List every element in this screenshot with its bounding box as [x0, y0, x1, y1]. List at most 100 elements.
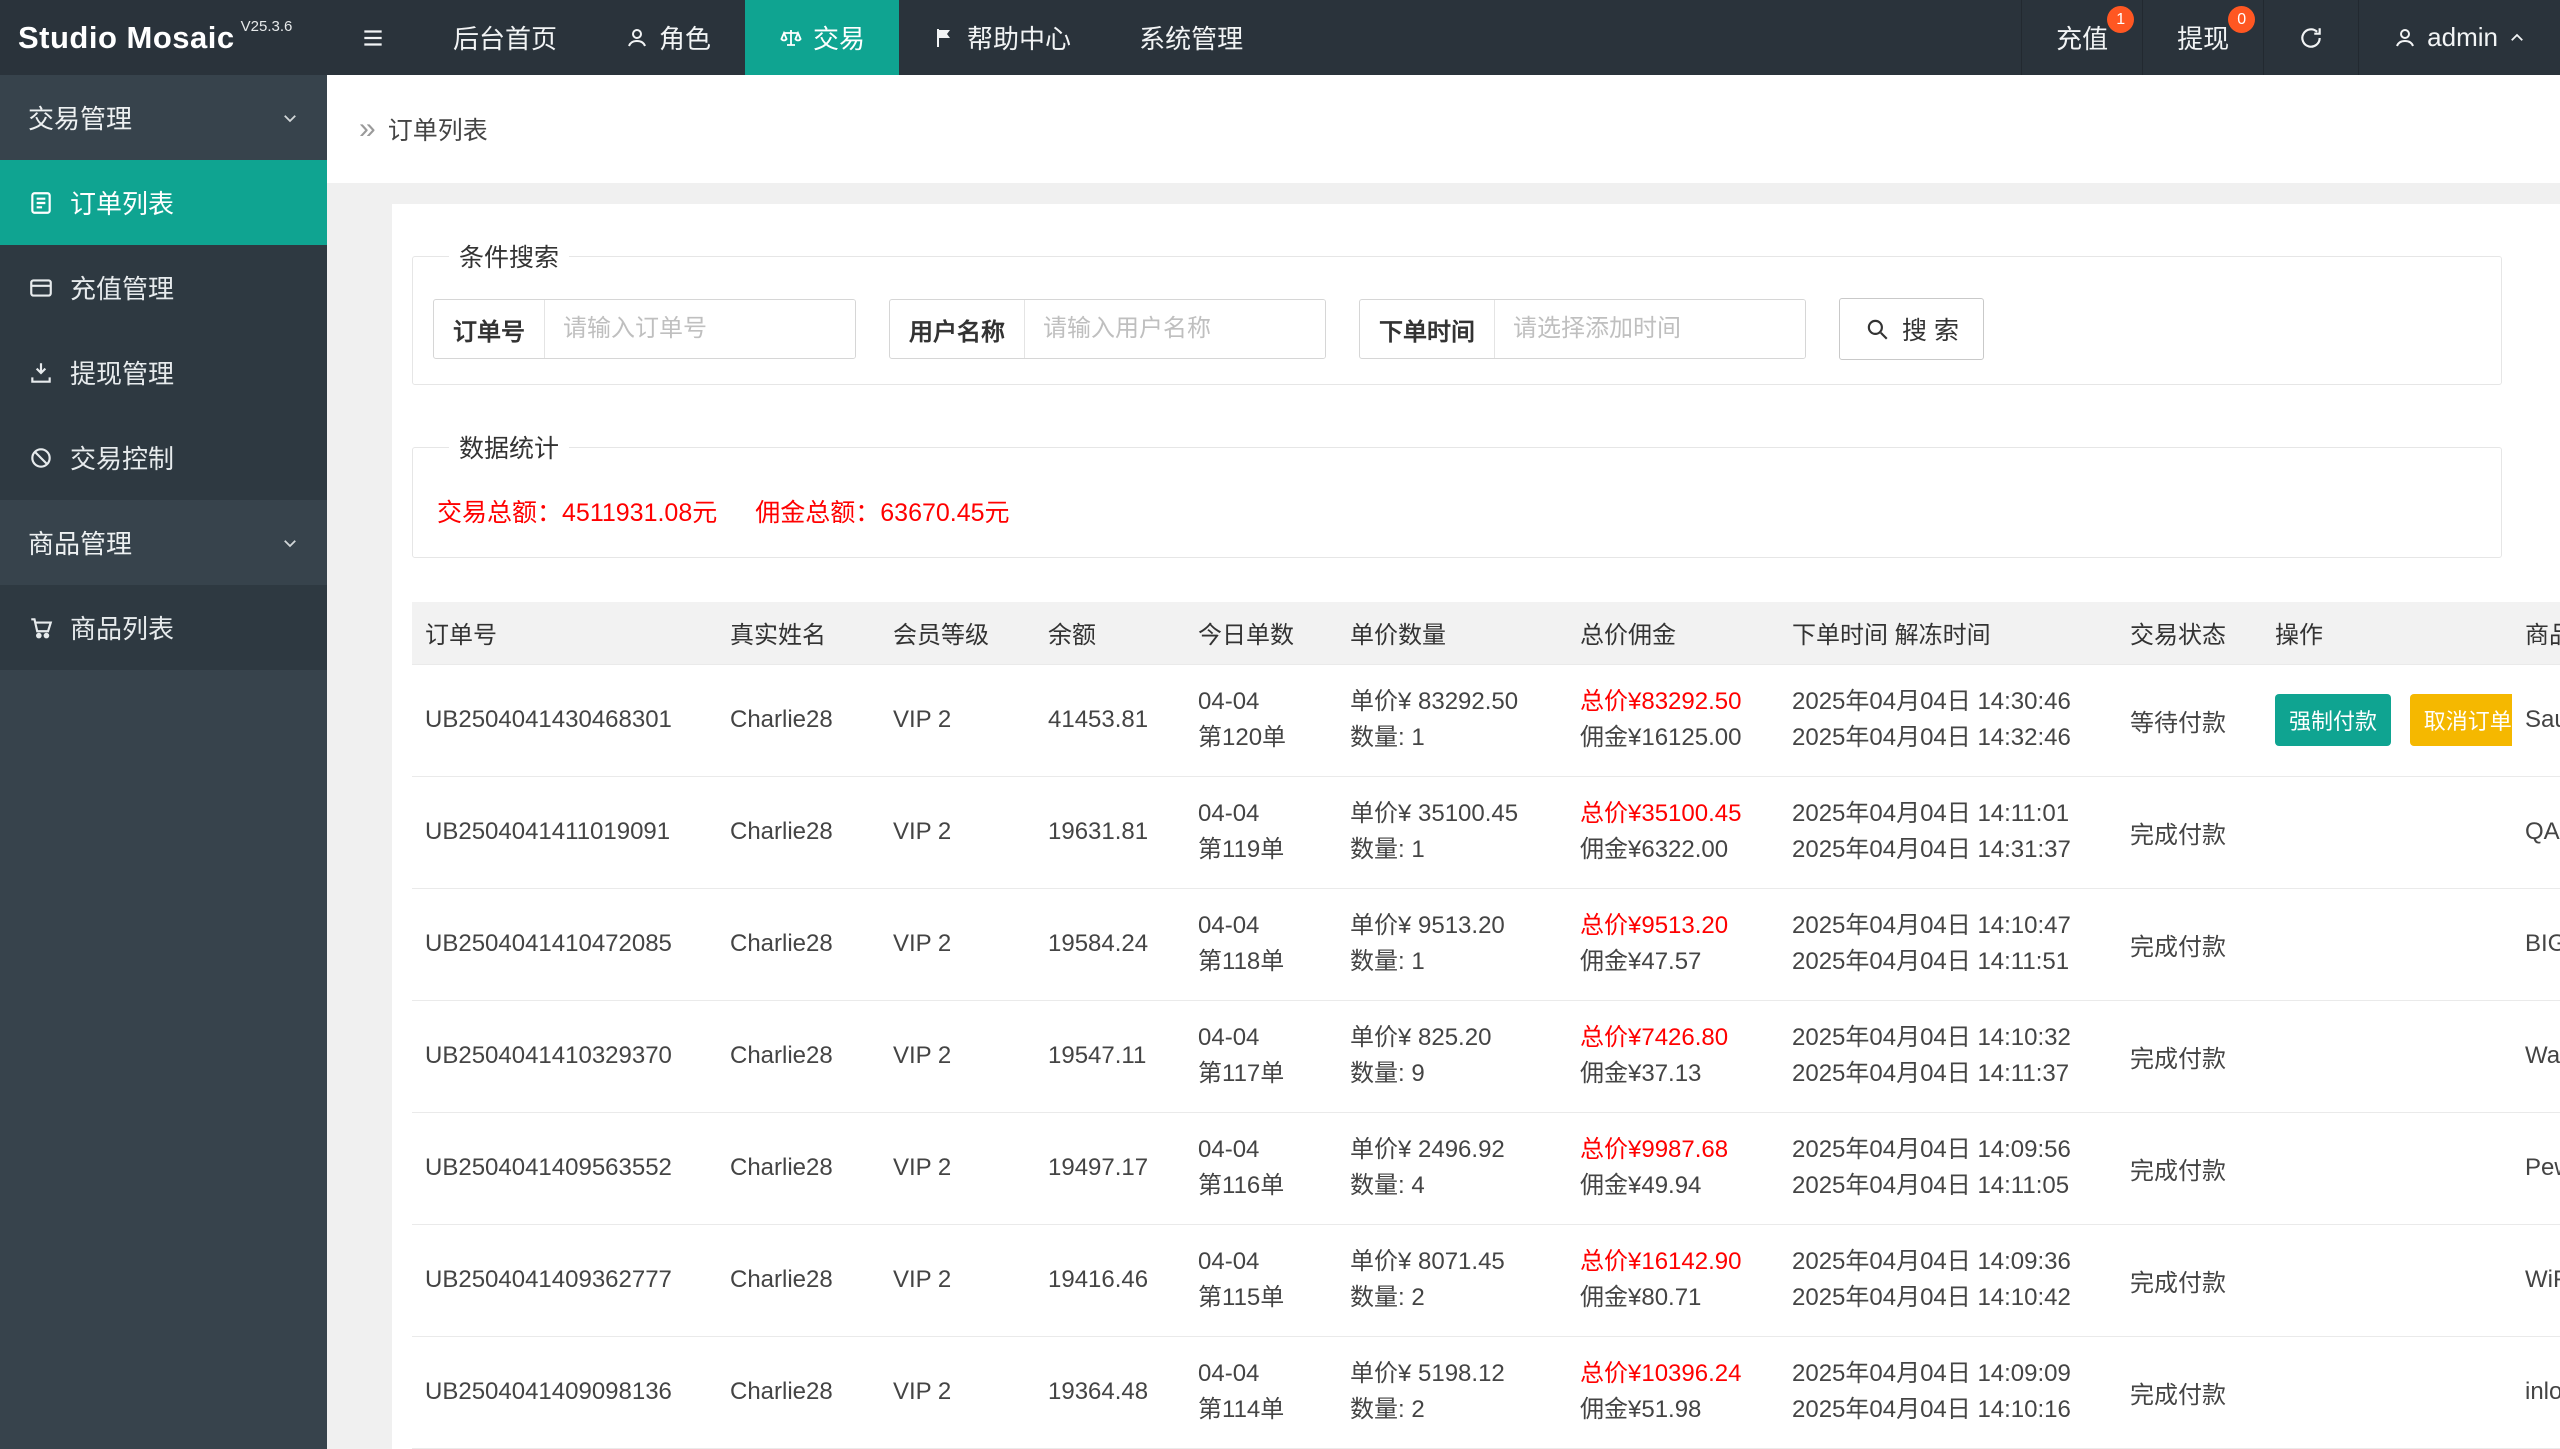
nav-item-system[interactable]: 系统管理 [1105, 0, 1277, 75]
cell-balance: 19364.48 [1035, 1335, 1185, 1448]
cell-product-name: War c [2512, 999, 2560, 1112]
cell-order-no: UB2504041410329370 [412, 999, 717, 1112]
user-menu[interactable]: admin [2358, 0, 2560, 75]
recharge-label: 充值 [2056, 24, 2109, 54]
commission-total-value: 63670.45元 [880, 499, 1010, 527]
stats-legend: 数据统计 [459, 435, 560, 463]
commission-total-label: 佣金总额： [755, 499, 881, 527]
cell-order-time: 2025年04月04日 14:10:32 2025年04月04日 14:11:3… [1779, 999, 2117, 1112]
chevron-down-icon [281, 109, 299, 127]
cell-today-orders: 04-04 第115单 [1185, 1223, 1337, 1336]
cell-balance: 41453.81 [1035, 663, 1185, 776]
user-icon [625, 26, 649, 50]
cancel-order-button[interactable]: 取消订单 [2409, 694, 2512, 746]
navbar-right: 充值 1 提现 0 admin [2021, 0, 2560, 75]
sidebar-item-label: 交易控制 [70, 444, 175, 474]
table-row: UB2504041409362777 Charlie28 VIP 2 19416… [412, 1223, 2560, 1336]
stats-fieldset: 数据统计 交易总额：4511931.08元 佣金总额：63670.45元 [412, 429, 2502, 558]
search-legend: 条件搜索 [459, 244, 560, 272]
brand-version: V25.3.6 [240, 18, 293, 35]
sidebar-item-order-list[interactable]: 订单列表 [0, 160, 327, 245]
cell-vip-level: VIP 2 [880, 1223, 1035, 1336]
sidebar-item-trade-control[interactable]: 交易控制 [0, 415, 327, 500]
search-button[interactable]: 搜 索 [1839, 298, 1984, 360]
cell-total-commission: 总价¥83292.50 佣金¥16125.00 [1567, 663, 1779, 776]
cell-balance: 19416.46 [1035, 1223, 1185, 1336]
column-header: 总价佣金 [1567, 602, 1779, 664]
nav-item-trade[interactable]: 交易 [745, 0, 900, 75]
cell-real-name: Charlie28 [717, 1335, 880, 1448]
recharge-button[interactable]: 充值 1 [2021, 0, 2142, 75]
table-row: UB2504041430468301 Charlie28 VIP 2 41453… [412, 663, 2560, 776]
withdraw-button[interactable]: 提现 0 [2142, 0, 2263, 75]
cell-today-orders: 04-04 第116单 [1185, 1111, 1337, 1224]
cell-actions [2262, 1223, 2512, 1336]
user-name: admin [2427, 22, 2498, 52]
main-area: » 订单列表 条件搜索 订单号 用户名称 [327, 75, 2560, 1449]
sidebar-item-withdraw-management[interactable]: 提现管理 [0, 330, 327, 415]
cell-actions [2262, 1335, 2512, 1448]
column-header: 会员等级 [880, 602, 1035, 664]
cell-order-time: 2025年04月04日 14:11:01 2025年04月04日 14:31:3… [1779, 775, 2117, 888]
nav-item-help-center[interactable]: 帮助中心 [899, 0, 1105, 75]
cell-product-name: QANI [2512, 775, 2560, 888]
order-no-input[interactable] [545, 300, 855, 358]
cell-actions [2262, 887, 2512, 1000]
cell-trade-status: 完成付款 [2117, 1111, 2262, 1224]
user-icon [2393, 26, 2417, 50]
order-list-icon [28, 190, 54, 216]
cell-order-no: UB2504041409098136 [412, 1335, 717, 1448]
cell-unit-price-qty: 单价¥ 2496.92 数量: 4 [1337, 1111, 1567, 1224]
nav-item-home[interactable]: 后台首页 [419, 0, 591, 75]
sidebar-group-label: 商品管理 [28, 529, 133, 559]
column-header: 订单号 [412, 602, 717, 664]
cell-total-commission: 总价¥9513.20 佣金¥47.57 [1567, 887, 1779, 1000]
orders-card: 条件搜索 订单号 用户名称 下单时间 [392, 204, 2560, 1449]
trade-total-value: 4511931.08元 [562, 499, 718, 527]
sidebar-item-product-list[interactable]: 商品列表 [0, 585, 327, 670]
sidebar-group-trade-management[interactable]: 交易管理 [0, 75, 327, 160]
table-header-row: 订单号 真实姓名 会员等级 余额 今日单数 单价数量 总价佣金 下单时间 解冻时间 交易状态 操作… [412, 602, 2560, 664]
search-icon [1864, 316, 1890, 342]
force-pay-button[interactable]: 强制付款 [2275, 694, 2392, 746]
order-time-input[interactable] [1495, 300, 1805, 358]
cell-today-orders: 04-04 第119单 [1185, 775, 1337, 888]
cell-product-name: WiFi [2512, 1223, 2560, 1336]
cell-order-time: 2025年04月04日 14:09:09 2025年04月04日 14:10:1… [1779, 1335, 2117, 1448]
sidebar-group-label: 交易管理 [28, 104, 133, 134]
cell-order-no: UB2504041409563552 [412, 1111, 717, 1224]
sidebar-item-label: 商品列表 [70, 614, 175, 644]
sidebar-toggle-button[interactable] [327, 0, 419, 75]
sidebar: 交易管理 订单列表 充值管理 提现管理 交易控制 商品管理 商品列表 [0, 75, 327, 1449]
cell-real-name: Charlie28 [717, 663, 880, 776]
cell-real-name: Charlie28 [717, 999, 880, 1112]
cell-unit-price-qty: 单价¥ 83292.50 数量: 1 [1337, 663, 1567, 776]
refresh-button[interactable] [2263, 0, 2358, 75]
sidebar-item-recharge-management[interactable]: 充值管理 [0, 245, 327, 330]
order-no-field-group: 订单号 [433, 299, 856, 359]
cell-unit-price-qty: 单价¥ 9513.20 数量: 1 [1337, 887, 1567, 1000]
cell-real-name: Charlie28 [717, 887, 880, 1000]
sidebar-group-product-management[interactable]: 商品管理 [0, 500, 327, 585]
cell-unit-price-qty: 单价¥ 35100.45 数量: 1 [1337, 775, 1567, 888]
page-title: 订单列表 [387, 117, 488, 145]
column-header: 余额 [1035, 602, 1185, 664]
nav-item-roles[interactable]: 角色 [591, 0, 745, 75]
column-header: 真实姓名 [717, 602, 880, 664]
cell-vip-level: VIP 2 [880, 1335, 1035, 1448]
cell-order-time: 2025年04月04日 14:09:36 2025年04月04日 14:10:4… [1779, 1223, 2117, 1336]
cell-trade-status: 完成付款 [2117, 1335, 2262, 1448]
cell-trade-status: 等待付款 [2117, 663, 2262, 776]
nav-item-label: 后台首页 [453, 24, 558, 54]
user-name-input[interactable] [1025, 300, 1325, 358]
search-fieldset: 条件搜索 订单号 用户名称 下单时间 [412, 238, 2502, 385]
brand-logo[interactable]: Studio Mosaic V25.3.6 [0, 0, 327, 75]
order-no-label: 订单号 [434, 300, 545, 358]
cell-total-commission: 总价¥35100.45 佣金¥6322.00 [1567, 775, 1779, 888]
cell-vip-level: VIP 2 [880, 887, 1035, 1000]
cell-real-name: Charlie28 [717, 1223, 880, 1336]
withdraw-badge: 0 [2228, 6, 2256, 33]
cell-product-name: PewD [2512, 1111, 2560, 1224]
cell-balance: 19497.17 [1035, 1111, 1185, 1224]
cell-product-name: inlov [2512, 1335, 2560, 1448]
